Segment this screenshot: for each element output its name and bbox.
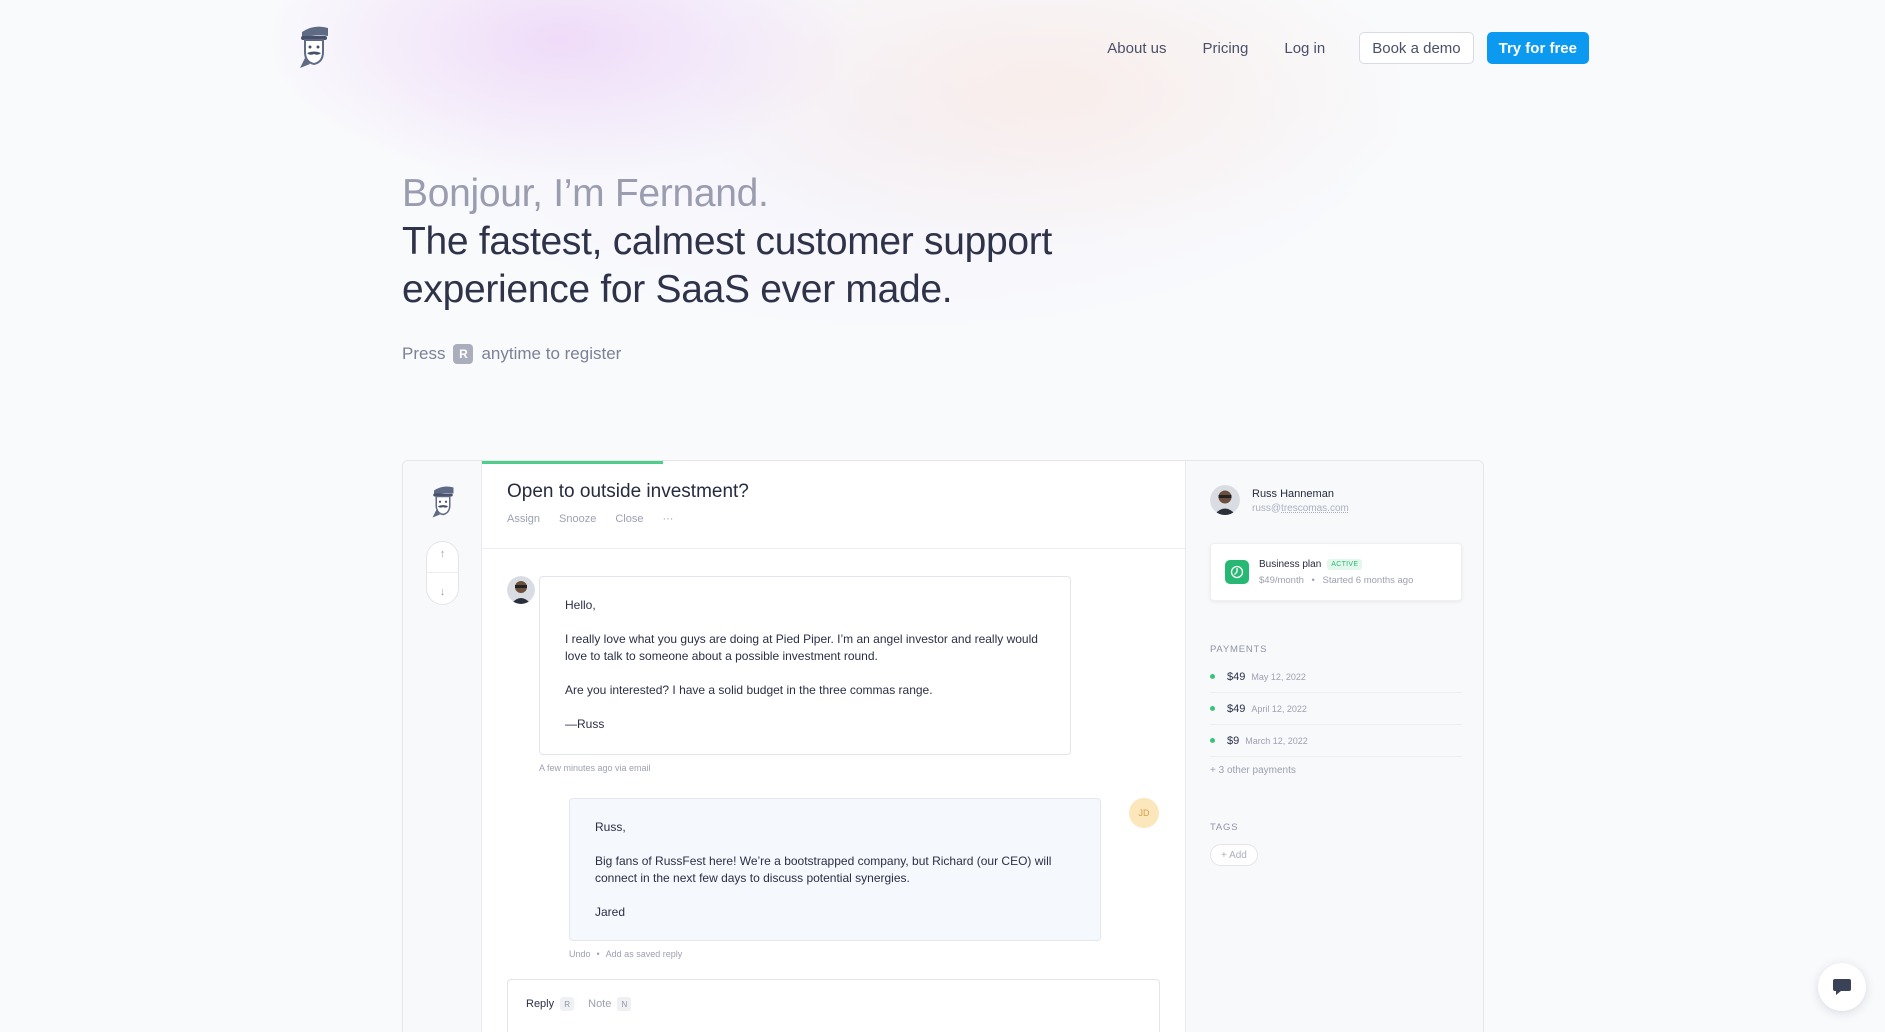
message-question: Are you interested? I have a solid budge…	[565, 683, 933, 697]
chat-bubble-icon	[1833, 979, 1851, 995]
composer-tabs: Reply R Note N	[526, 997, 645, 1011]
conversation-header: Open to outside investment? Assign Snooz…	[482, 461, 1185, 549]
reply-body: Big fans of RussFest here! We’re a boots…	[595, 854, 1052, 885]
app-rail: ↑ ↓	[403, 461, 482, 1032]
chat-launcher-button[interactable]	[1818, 963, 1866, 1011]
plan-started: Started 6 months ago	[1322, 575, 1414, 586]
payment-amount: $9	[1227, 734, 1240, 747]
payment-status-dot	[1210, 738, 1215, 743]
more-actions-icon[interactable]: ···	[662, 513, 673, 525]
assign-action[interactable]: Assign	[507, 513, 540, 525]
customer-message: Hello, I really love what you guys are d…	[539, 576, 1071, 755]
reply-meta: Undo • Add as saved reply	[569, 949, 682, 959]
reply-shortcut-key: R	[560, 997, 575, 1011]
nav-login-link[interactable]: Log in	[1284, 40, 1325, 57]
message-meta: A few minutes ago via email	[539, 763, 651, 773]
customer-panel: Russ Hanneman russ@trescomas.com Busines…	[1185, 461, 1483, 1032]
payment-date: April 12, 2022	[1251, 703, 1307, 714]
try-free-button[interactable]: Try for free	[1486, 32, 1589, 64]
payment-row[interactable]: $49 April 12, 2022	[1210, 693, 1462, 725]
payment-status-dot	[1210, 674, 1215, 679]
top-nav: About us Pricing Log in Book a demo Try …	[0, 0, 1885, 94]
register-hint-suffix: anytime to register	[481, 344, 622, 363]
customer-email-domain: trescomas.com	[1281, 503, 1349, 514]
reply-greeting: Russ,	[595, 820, 626, 834]
add-tag-button[interactable]: + Add	[1210, 844, 1258, 866]
reply-composer[interactable]: Reply R Note N	[507, 979, 1160, 1032]
hero-title-line1: The fastest, calmest customer support	[402, 220, 1052, 263]
message-greeting: Hello,	[565, 598, 596, 612]
hero: Bonjour, I’m Fernand. The fastest, calme…	[402, 170, 1302, 314]
divider	[427, 572, 458, 574]
payment-date: May 12, 2022	[1251, 671, 1306, 682]
register-key: R	[453, 344, 474, 364]
fernand-logo-icon[interactable]	[296, 22, 332, 70]
customer-email-user: russ@	[1252, 503, 1282, 514]
plan-card[interactable]: Business plan ACTIVE $49/month • Started…	[1210, 543, 1462, 601]
add-saved-reply-link[interactable]: Add as saved reply	[606, 949, 683, 959]
payment-status-dot	[1210, 706, 1215, 711]
conversation-actions: Assign Snooze Close ···	[507, 513, 692, 525]
tab-reply[interactable]: Reply R	[526, 997, 575, 1011]
arrow-down-icon[interactable]: ↓	[440, 586, 446, 598]
app-preview: ↑ ↓ Open to outside investment? Assign S…	[402, 460, 1484, 1032]
conversation-pane: Open to outside investment? Assign Snooz…	[482, 461, 1185, 1032]
plan-icon	[1225, 560, 1249, 584]
tab-note[interactable]: Note N	[588, 997, 632, 1011]
snooze-action[interactable]: Snooze	[559, 513, 596, 525]
tab-reply-label: Reply	[526, 998, 555, 1010]
nav-links: About us Pricing Log in Book a demo Try …	[1107, 32, 1589, 64]
close-action[interactable]: Close	[615, 513, 643, 525]
register-hint-prefix: Press	[402, 344, 446, 363]
undo-link[interactable]: Undo	[569, 949, 591, 959]
fernand-logo-icon	[432, 486, 454, 518]
agent-avatar: JD	[1129, 798, 1159, 828]
status-badge: ACTIVE	[1327, 559, 1363, 570]
payment-amount: $49	[1227, 702, 1246, 715]
agent-reply: Russ, Big fans of RussFest here! We’re a…	[569, 798, 1101, 941]
customer-avatar	[507, 576, 535, 604]
nav-pricing-link[interactable]: Pricing	[1203, 40, 1249, 57]
tags-label: TAGS	[1210, 822, 1239, 833]
payment-date: March 12, 2022	[1245, 735, 1308, 746]
payment-row[interactable]: $49 May 12, 2022	[1210, 661, 1462, 693]
customer-avatar	[1210, 485, 1240, 515]
plan-price: $49/month	[1259, 575, 1304, 586]
customer-email[interactable]: russ@trescomas.com	[1252, 503, 1349, 514]
customer-name: Russ Hanneman	[1252, 488, 1334, 500]
plan-details: $49/month • Started 6 months ago	[1259, 575, 1413, 586]
payment-amount: $49	[1227, 670, 1246, 683]
payments-label: PAYMENTS	[1210, 644, 1268, 655]
note-shortcut-key: N	[617, 997, 632, 1011]
reply-signature: Jared	[595, 905, 626, 919]
arrow-up-icon[interactable]: ↑	[440, 548, 446, 560]
register-hint: Press R anytime to register	[402, 344, 621, 364]
message-body: I really love what you guys are doing at…	[565, 632, 1038, 663]
plan-name: Business plan ACTIVE	[1259, 559, 1363, 570]
book-demo-button[interactable]: Book a demo	[1359, 32, 1474, 64]
message-signature: —Russ	[565, 717, 605, 731]
plan-name-label: Business plan	[1259, 559, 1322, 570]
nav-about-link[interactable]: About us	[1107, 40, 1166, 57]
conversation-title: Open to outside investment?	[507, 481, 749, 502]
payment-row[interactable]: $9 March 12, 2022	[1210, 725, 1462, 757]
hero-greeting: Bonjour, I’m Fernand.	[402, 172, 769, 215]
tab-note-label: Note	[588, 998, 612, 1010]
meta-separator: •	[596, 949, 600, 959]
more-payments-link[interactable]: + 3 other payments	[1210, 765, 1296, 776]
conversation-nav: ↑ ↓	[426, 541, 459, 605]
hero-title-line2: experience for SaaS ever made.	[402, 268, 953, 311]
plan-separator: •	[1311, 575, 1315, 586]
